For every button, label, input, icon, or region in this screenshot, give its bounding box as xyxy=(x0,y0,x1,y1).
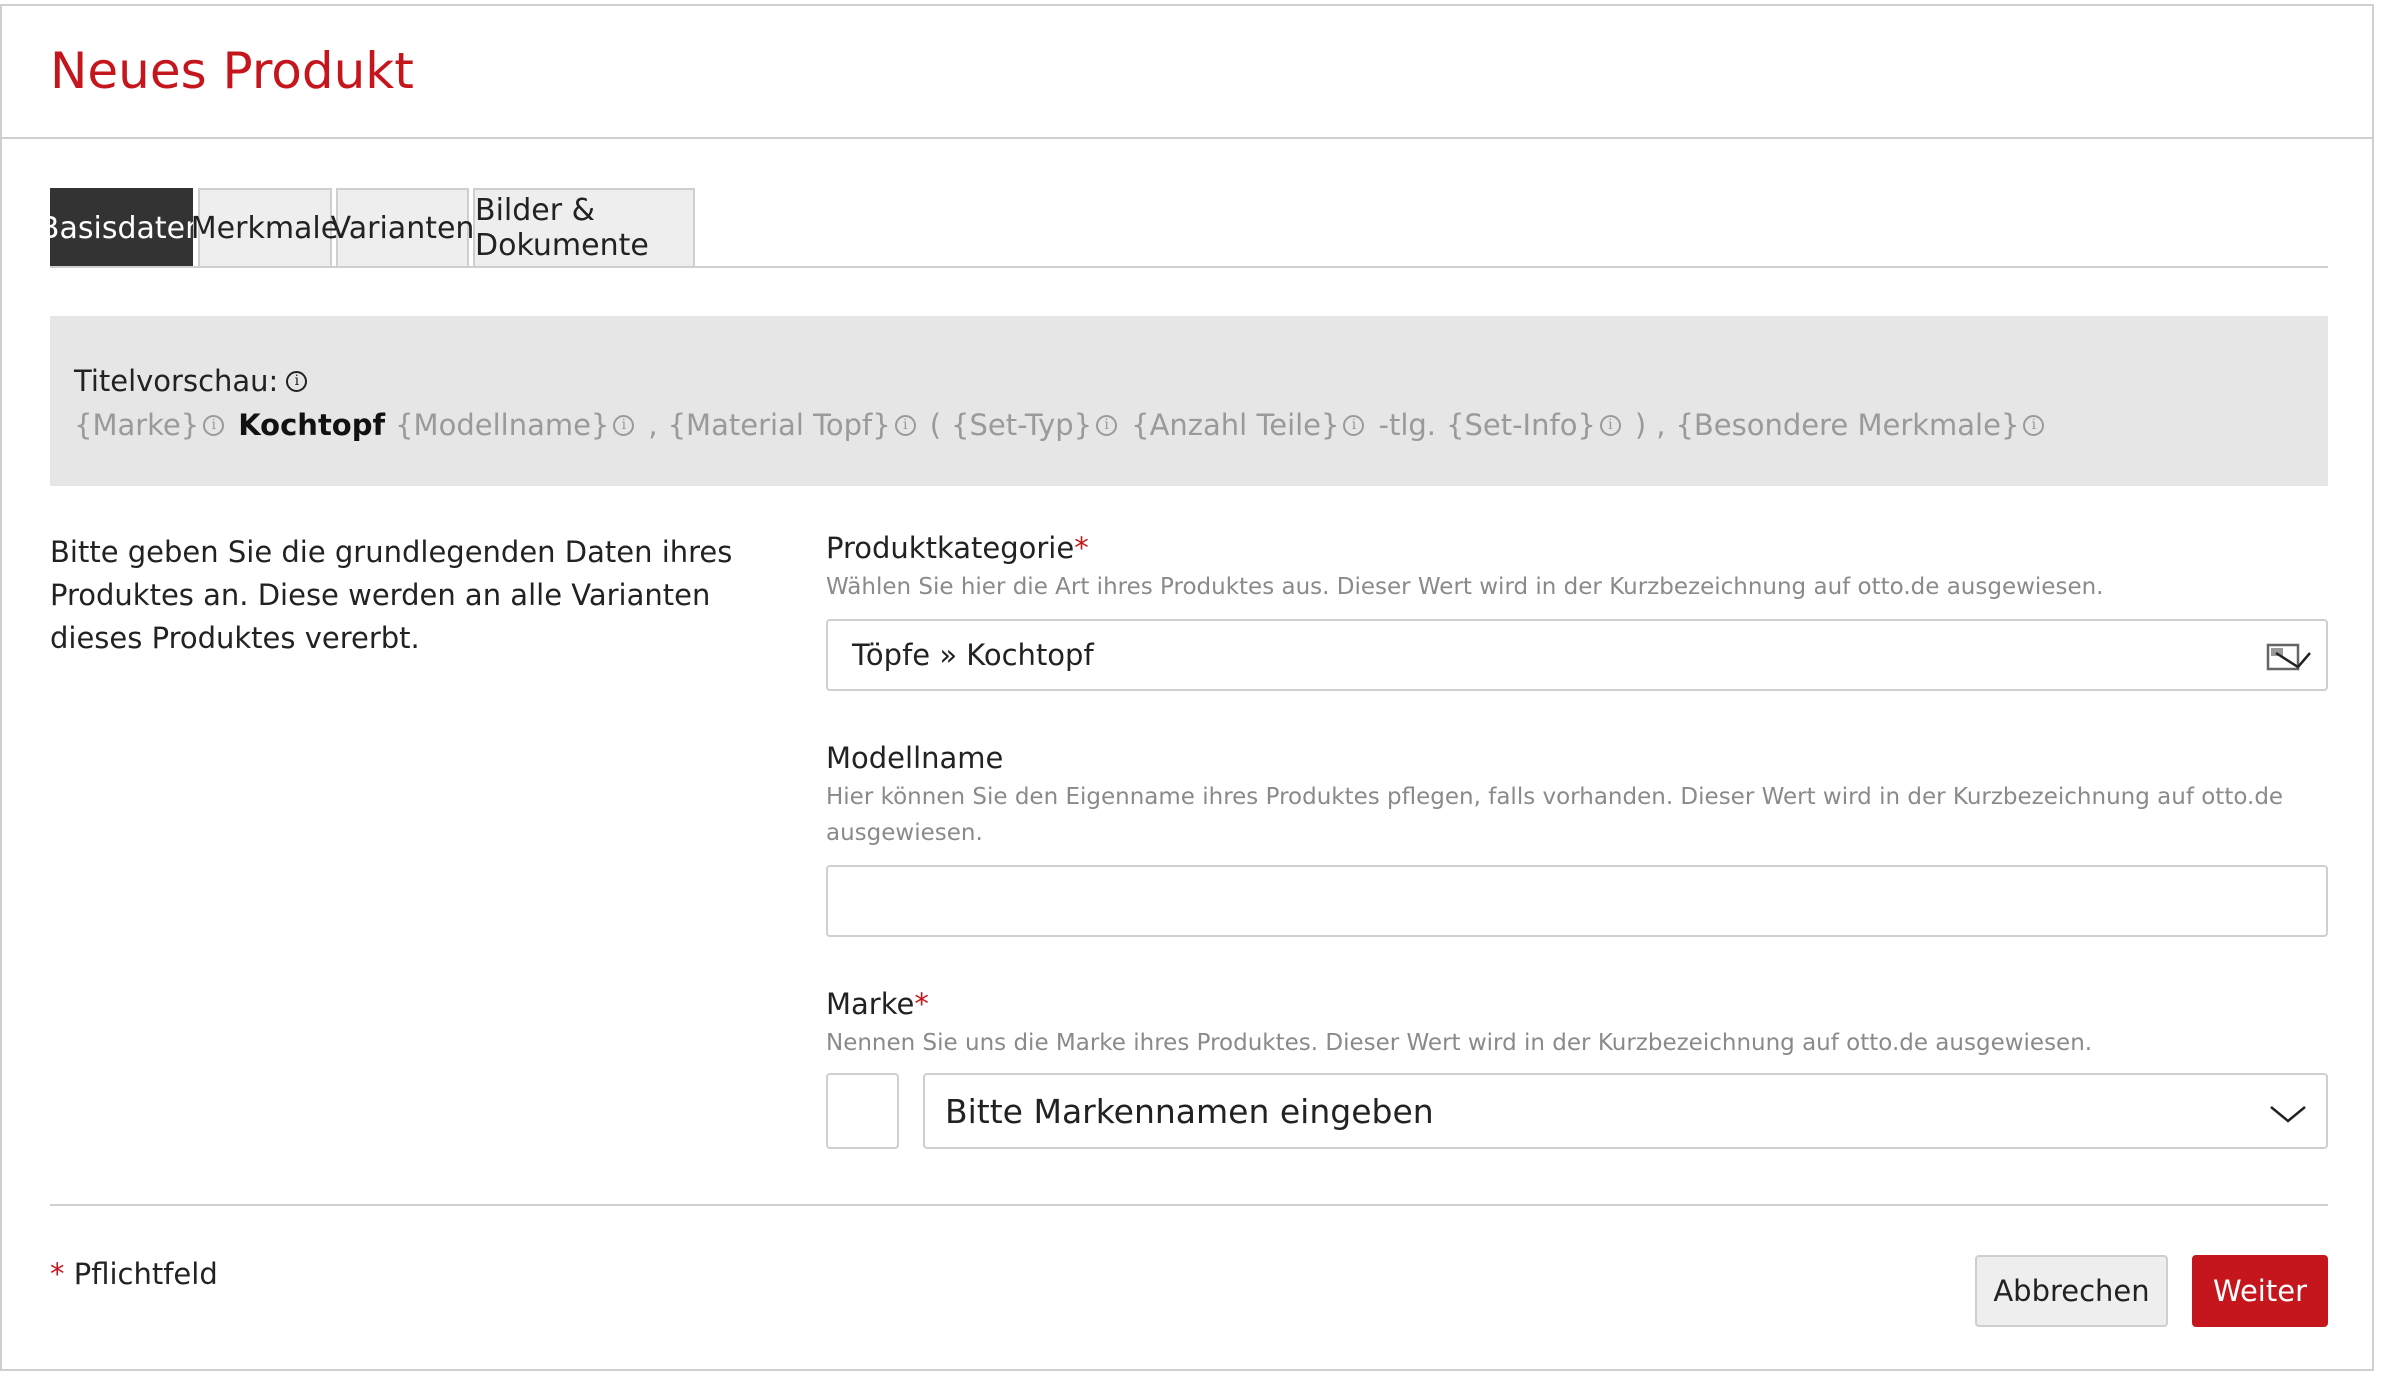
marke-label: Marke xyxy=(826,987,915,1021)
placeholder-besondere-merkmale: {Besondere Merkmale} xyxy=(1675,408,2020,442)
info-icon[interactable]: i xyxy=(1343,414,1365,436)
info-icon[interactable]: i xyxy=(2023,414,2045,436)
cancel-button[interactable]: Abbrechen xyxy=(1975,1255,2168,1327)
title-preview-label: Titelvorschau: xyxy=(74,364,279,398)
footer-divider xyxy=(50,1204,2328,1206)
required-mark: * xyxy=(50,1257,65,1291)
tab-basisdaten[interactable]: Basisdaten xyxy=(39,188,204,266)
title-preview-heading: Titelvorschau: i xyxy=(74,364,311,398)
required-note: * Pflichtfeld xyxy=(50,1257,218,1291)
required-note-text: Pflichtfeld xyxy=(73,1257,218,1291)
placeholder-anzahl-teile: {Anzahl Teile} xyxy=(1131,408,1340,442)
dialog-header: Neues Produkt xyxy=(2,6,2372,139)
title-preview-panel: Titelvorschau: i {Marke} i Kochtopf {Mod… xyxy=(50,316,2328,486)
info-icon[interactable]: i xyxy=(1096,414,1118,436)
placeholder-set-typ: {Set-Typ} xyxy=(951,408,1093,442)
field-help: Wählen Sie hier die Art ihres Produktes … xyxy=(826,574,2104,600)
tab-bar: Basisdaten Merkmale Varianten Bilder & D… xyxy=(39,188,2328,268)
separator-paren-close: ) xyxy=(1634,408,1647,442)
brand-logo-box xyxy=(826,1073,899,1149)
field-label: Produktkategorie* xyxy=(826,531,2328,565)
placeholder-marke: {Marke} xyxy=(74,408,200,442)
tab-merkmale[interactable]: Merkmale xyxy=(191,188,339,266)
separator-comma: , xyxy=(1656,408,1666,442)
separator-comma: , xyxy=(648,408,658,442)
field-produktkategorie: Produktkategorie* Wählen Sie hier die Ar… xyxy=(826,531,2328,691)
marke-row: Bitte Markennamen eingeben xyxy=(826,1073,2328,1149)
suffix-tlg: -tlg. xyxy=(1378,408,1437,442)
field-modellname: Modellname Hier können Sie den Eigenname… xyxy=(826,741,2328,937)
field-marke: Marke* Nennen Sie uns die Marke ihres Pr… xyxy=(826,987,2328,1149)
required-mark: * xyxy=(914,987,929,1021)
field-help: Nennen Sie uns die Marke ihres Produktes… xyxy=(826,1030,2093,1056)
placeholder-material: {Material Topf} xyxy=(667,408,891,442)
modellname-label: Modellname xyxy=(826,741,1004,775)
category-term: Kochtopf xyxy=(238,408,386,442)
marke-placeholder: Bitte Markennamen eingeben xyxy=(945,1092,1434,1131)
placeholder-set-info: {Set-Info} xyxy=(1446,408,1596,442)
modellname-input[interactable] xyxy=(826,865,2328,937)
field-label: Marke* xyxy=(826,987,2328,1021)
intro-text: Bitte geben Sie die grundlegenden Daten … xyxy=(50,535,733,655)
title-preview-text: {Marke} i Kochtopf {Modellname} i , {Mat… xyxy=(74,408,2048,442)
dialog-title: Neues Produkt xyxy=(50,42,414,100)
field-help: Hier können Sie den Eigenname ihres Prod… xyxy=(826,784,2284,846)
chevron-down-icon xyxy=(2270,1106,2306,1123)
placeholder-modellname: {Modellname} xyxy=(395,408,610,442)
required-mark: * xyxy=(1074,531,1089,565)
next-button[interactable]: Weiter xyxy=(2192,1255,2328,1327)
tab-bilder-dokumente[interactable]: Bilder & Dokumente xyxy=(473,188,695,266)
new-product-dialog: Neues Produkt Basisdaten Merkmale Varian… xyxy=(0,4,2374,1371)
separator-paren-open: ( xyxy=(929,408,942,442)
info-icon[interactable]: i xyxy=(894,414,916,436)
marke-select[interactable]: Bitte Markennamen eingeben xyxy=(923,1073,2328,1149)
info-icon[interactable]: i xyxy=(613,414,635,436)
produktkategorie-value: Töpfe » Kochtopf xyxy=(852,638,1094,672)
info-icon[interactable]: i xyxy=(1599,414,1621,436)
info-icon[interactable]: i xyxy=(286,370,308,392)
produktkategorie-label: Produktkategorie xyxy=(826,531,1075,565)
info-icon[interactable]: i xyxy=(203,414,225,436)
select-icon xyxy=(2266,643,2311,671)
produktkategorie-select[interactable]: Töpfe » Kochtopf xyxy=(826,619,2328,691)
tab-varianten[interactable]: Varianten xyxy=(331,188,474,266)
